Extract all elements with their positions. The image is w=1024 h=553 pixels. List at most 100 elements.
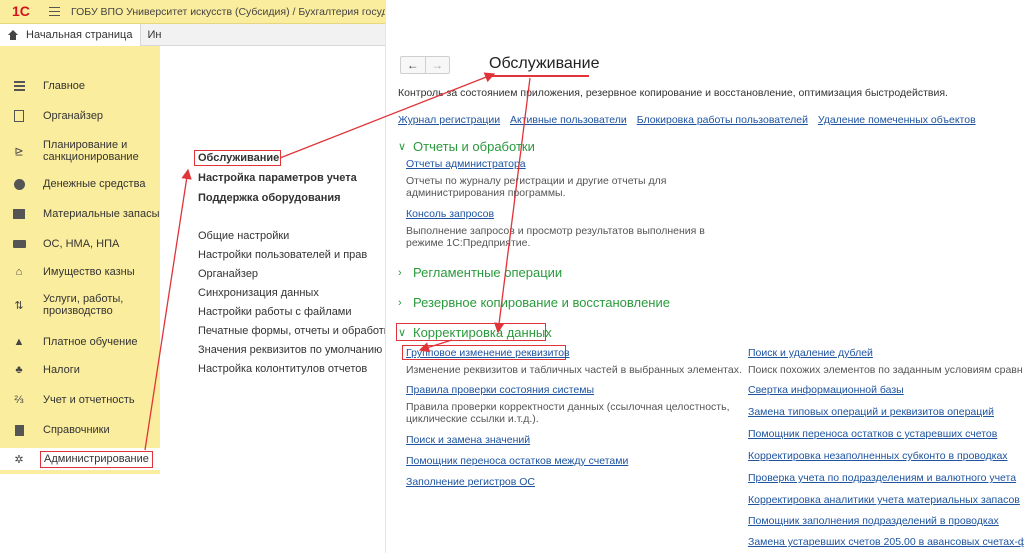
menu-item[interactable]: Настройка колонтитулов отчетов	[198, 363, 367, 375]
planning-icon: ⊵	[14, 145, 24, 158]
content-area: ← → Обслуживание Контроль за состоянием …	[385, 0, 1024, 553]
menu-item[interactable]: Значения реквизитов по умолчанию	[198, 344, 382, 356]
link-transfer-old-accounts[interactable]: Помощник переноса остатков с устаревших …	[748, 428, 997, 440]
1c-logo: 1С	[4, 0, 33, 24]
hamburger-menu-icon[interactable]	[43, 0, 65, 24]
link-replace-ops[interactable]: Замена типовых операций и реквизитов опе…	[748, 406, 994, 418]
link-description: Правила проверки корректности данных (сс…	[406, 401, 730, 425]
section-scheduled-header[interactable]: › Регламентные операции	[398, 265, 562, 280]
sidebar-item-label: Услуги, работы, производство	[43, 293, 124, 317]
section-title: Корректировка данных	[413, 325, 552, 340]
sidebar-item-organizer[interactable]: Органайзер	[0, 108, 160, 124]
nav-buttons: ← →	[400, 56, 450, 74]
section-title: Резервное копирование и восстановление	[413, 295, 670, 310]
treasury-icon: ⌂	[15, 266, 23, 278]
sidebar-item-label: ОС, НМА, НПА	[43, 238, 120, 250]
sidebar-item-inventory[interactable]: Материальные запасы	[0, 206, 160, 222]
sidebar-item-planning[interactable]: ⊵ Планирование и санкционирование	[0, 138, 160, 164]
sidebar-item-money[interactable]: Денежные средства	[0, 176, 160, 192]
sidebar-item-label: Планирование и санкционирование	[43, 139, 139, 163]
sidebar-item-label: Администрирование	[40, 451, 153, 468]
forward-arrow-icon[interactable]: →	[424, 57, 450, 73]
inventory-icon	[12, 207, 26, 221]
menu-item[interactable]: Синхронизация данных	[198, 287, 319, 299]
link-description: Выполнение запросов и просмотр результат…	[406, 225, 705, 249]
link-delete-marked[interactable]: Удаление помеченных объектов	[818, 114, 976, 126]
chevron-right-icon: ›	[398, 296, 402, 309]
tab-other[interactable]: Ин	[141, 29, 161, 41]
sidebar-item-fixed-assets[interactable]: ОС, НМА, НПА	[0, 236, 160, 252]
link-find-duplicates[interactable]: Поиск и удаление дублей	[748, 347, 873, 359]
top-bar: 1С ГОБУ ВПО Университет искусств (Субсид…	[0, 0, 385, 24]
tab-home[interactable]: Начальная страница	[0, 23, 142, 46]
menu-item[interactable]: Настройки пользователей и прав	[198, 249, 367, 261]
money-icon	[12, 177, 26, 191]
menu-item-equipment[interactable]: Поддержка оборудования	[198, 192, 341, 204]
link-admin-reports[interactable]: Отчеты администратора	[406, 158, 526, 170]
link-fix-subconto[interactable]: Корректировка незаполненных субконто в п…	[748, 450, 1008, 462]
gear-icon: ✲	[14, 453, 24, 466]
section-title: Отчеты и обработки	[413, 139, 535, 154]
back-arrow-icon[interactable]: ←	[401, 57, 425, 73]
sidebar-item-label: Учет и отчетность	[43, 394, 135, 406]
sidebar-item-label: Денежные средства	[43, 178, 146, 190]
link-check-departments[interactable]: Проверка учета по подразделениям и валют…	[748, 472, 1016, 484]
app-title: ГОБУ ВПО Университет искусств (Субсидия)…	[71, 5, 386, 18]
sidebar-item-taxes[interactable]: ♣ Налоги	[0, 362, 160, 378]
sidebar-item-label: Платное обучение	[43, 336, 138, 348]
link-check-rules[interactable]: Правила проверки состояния системы	[406, 384, 594, 396]
chevron-down-icon: ∨	[398, 141, 407, 153]
section-title: Регламентные операции	[413, 265, 563, 280]
sidebar-item-services[interactable]: ⇅ Услуги, работы, производство	[0, 292, 160, 318]
menu-lines-icon	[12, 79, 26, 93]
top-links: Журнал регистрации Активные пользователи…	[398, 114, 983, 126]
link-block-users[interactable]: Блокировка работы пользователей	[637, 114, 808, 126]
menu-item[interactable]: Общие настройки	[198, 230, 289, 242]
page-description: Контроль за состоянием приложения, резер…	[398, 87, 948, 99]
link-collapse-db[interactable]: Свертка информационной базы	[748, 384, 904, 396]
section-backup-header[interactable]: › Резервное копирование и восстановление	[398, 295, 670, 310]
reports-icon: ⅔	[14, 394, 24, 406]
section-reports-header[interactable]: ∨ Отчеты и обработки	[398, 139, 535, 154]
sidebar-item-paid-education[interactable]: ▲ Платное обучение	[0, 334, 160, 350]
link-description: Изменение реквизитов и табличных частей …	[406, 364, 742, 376]
sidebar-item-reports[interactable]: ⅔ Учет и отчетность	[0, 392, 160, 408]
menu-item[interactable]: Настройки работы с файлами	[198, 306, 352, 318]
sidebar-item-administration[interactable]: ✲ Администрирование	[0, 448, 160, 470]
section-correction-header[interactable]: ∨ Корректировка данных	[398, 325, 552, 340]
link-find-replace[interactable]: Поиск и замена значений	[406, 434, 530, 446]
link-active-users[interactable]: Активные пользователи	[510, 114, 627, 126]
graduation-cap-icon: ▲	[13, 336, 25, 348]
menu-item[interactable]: Печатные формы, отчеты и обработки	[198, 325, 395, 337]
tab-home-label: Начальная страница	[26, 28, 133, 41]
menu-item[interactable]: Органайзер	[198, 268, 258, 280]
chevron-down-icon: ∨	[398, 327, 407, 339]
truck-icon	[12, 237, 26, 251]
sidebar-item-label: Органайзер	[43, 110, 104, 122]
sidebar-item-main[interactable]: Главное	[0, 78, 160, 94]
sidebar: Главное Органайзер ⊵ Планирование и санк…	[0, 46, 160, 474]
book-icon	[12, 423, 26, 437]
link-description: Отчеты по журналу регистрации и другие о…	[406, 175, 667, 199]
chevron-right-icon: ›	[398, 266, 402, 279]
home-icon	[8, 29, 18, 40]
taxes-icon: ♣	[15, 364, 23, 376]
link-fill-registers[interactable]: Заполнение регистров ОС	[406, 476, 535, 488]
menu-item-maintenance[interactable]: Обслуживание	[198, 152, 279, 164]
sidebar-item-label: Справочники	[43, 424, 110, 436]
link-query-console[interactable]: Консоль запросов	[406, 208, 494, 220]
sidebar-item-label: Налоги	[43, 364, 80, 376]
link-fix-inventory-analytics[interactable]: Корректировка аналитики учета материальн…	[748, 494, 1020, 506]
sidebar-item-label: Материальные запасы	[43, 208, 160, 220]
link-event-log[interactable]: Журнал регистрации	[398, 114, 500, 126]
link-group-edit[interactable]: Групповое изменение реквизитов	[406, 347, 570, 359]
services-icon: ⇅	[14, 299, 24, 312]
link-fill-departments[interactable]: Помощник заполнения подразделений в пров…	[748, 515, 999, 527]
menu-item-accounting-params[interactable]: Настройка параметров учета	[198, 172, 357, 184]
link-transfer-balances[interactable]: Помощник переноса остатков между счетами	[406, 455, 628, 467]
sidebar-item-directories[interactable]: Справочники	[0, 422, 160, 438]
sidebar-item-treasury[interactable]: ⌂ Имущество казны	[0, 264, 160, 280]
logo-text: 1С	[12, 2, 30, 19]
document-icon	[12, 109, 26, 123]
link-replace-205[interactable]: Замена устаревших счетов 205.00 в авансо…	[748, 536, 1024, 548]
